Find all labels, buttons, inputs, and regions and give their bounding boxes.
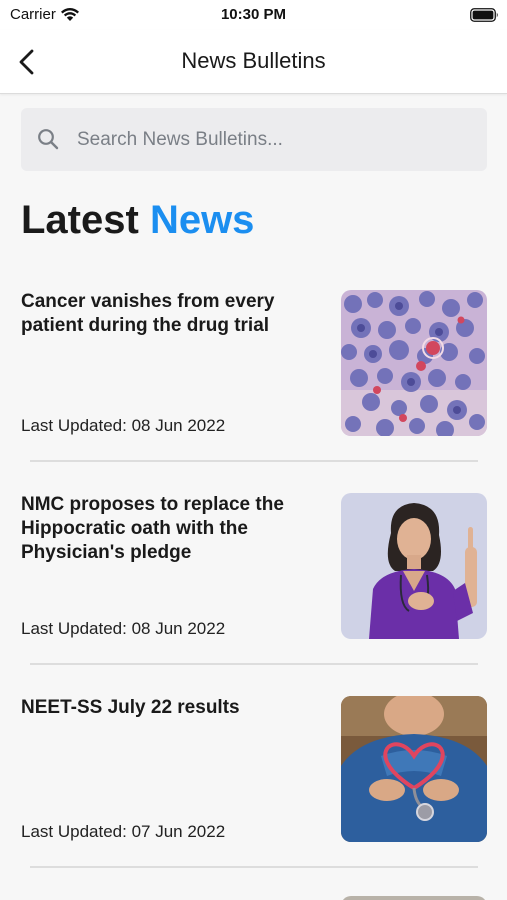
news-title: Cancer vanishes from every patient durin…	[21, 291, 275, 336]
section-heading: Latest News	[21, 198, 254, 243]
news-title: NEET-SS July 22 results	[21, 697, 240, 718]
news-card[interactable]: Cancer vanishes from every patient durin…	[0, 290, 507, 492]
news-date: Last Updated: 07 Jun 2022	[21, 822, 226, 841]
news-card[interactable]: NMC proposes to replace the Hippocratic …	[0, 493, 507, 695]
section-heading-accent: News	[149, 198, 255, 242]
news-thumbnail-cancer-cells	[341, 290, 487, 436]
search-bar[interactable]	[21, 108, 487, 171]
news-title: NMC proposes to replace the Hippocratic …	[21, 494, 284, 563]
news-card[interactable]: NEET-SS July 22 results Last Updated: 07…	[0, 696, 507, 898]
divider	[30, 460, 478, 462]
status-time: 10:30 PM	[220, 6, 287, 23]
back-button[interactable]	[10, 44, 46, 80]
search-input[interactable]	[77, 108, 477, 171]
search-icon	[38, 129, 59, 150]
news-thumbnail-doctor-pledge	[341, 493, 487, 639]
news-thumbnail-stethoscope-heart	[341, 696, 487, 842]
news-thumbnail-partial	[341, 896, 487, 900]
news-date: Last Updated: 08 Jun 2022	[21, 619, 226, 638]
section-heading-plain: Latest	[21, 198, 139, 242]
divider	[30, 663, 478, 665]
news-date: Last Updated: 08 Jun 2022	[21, 416, 226, 435]
battery-icon	[470, 8, 498, 22]
chevron-left-icon	[19, 49, 34, 75]
nav-bar: News Bulletins	[0, 30, 507, 94]
status-bar: Carrier 10:30 PM	[0, 0, 507, 30]
divider	[30, 866, 478, 868]
page-title: News Bulletins	[181, 48, 326, 73]
